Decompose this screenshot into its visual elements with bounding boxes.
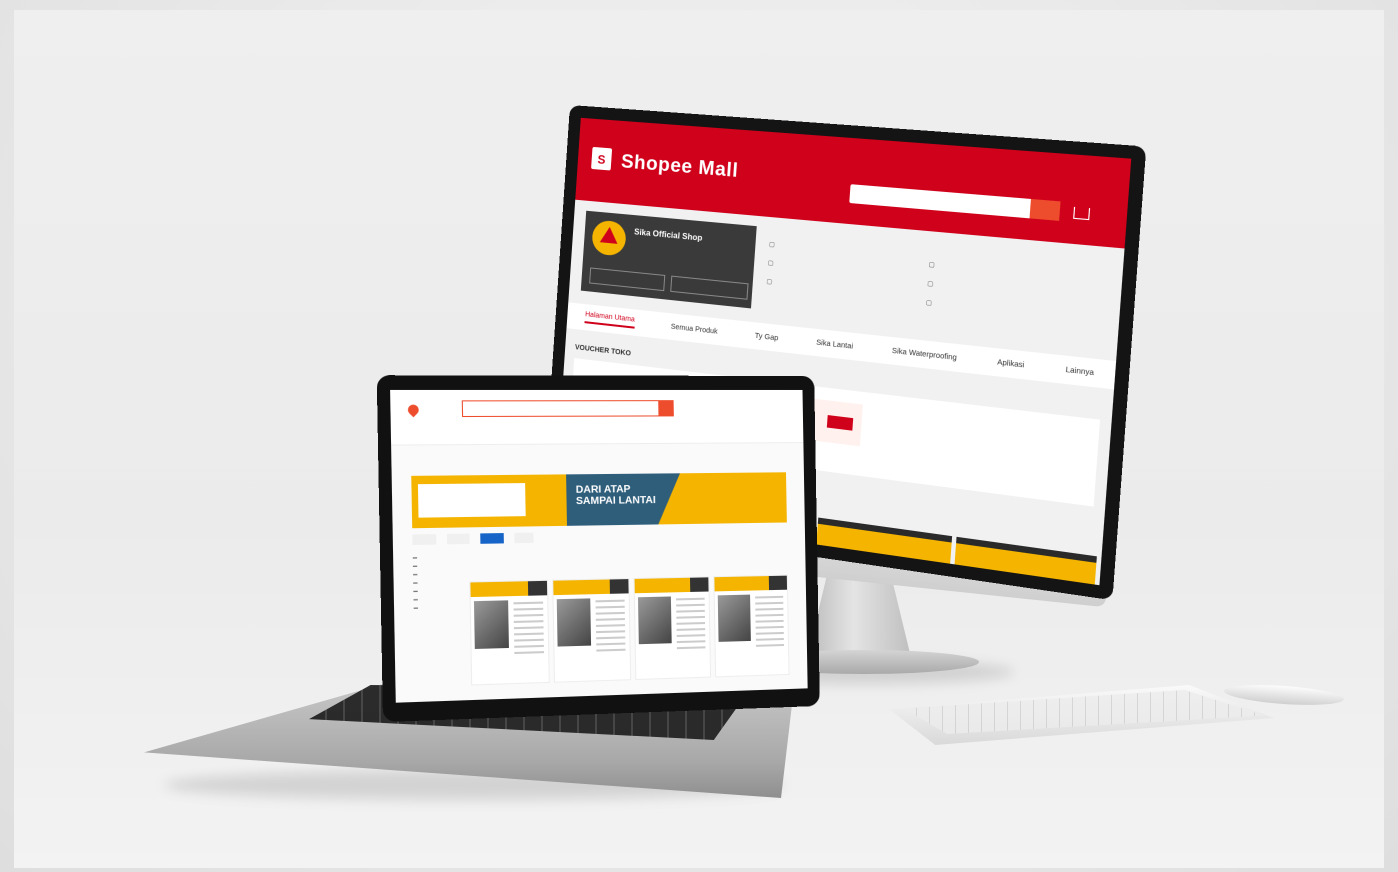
nav-item[interactable]: Semua Produk	[671, 323, 718, 335]
chat-button[interactable]	[670, 275, 749, 300]
claim-voucher-button[interactable]	[826, 415, 854, 431]
shop-buttons	[589, 267, 749, 300]
banner-line-2: SAMPAI LANTAI	[575, 494, 656, 508]
laptop-search-input[interactable]	[461, 400, 674, 418]
tab[interactable]	[446, 533, 470, 545]
product-tile[interactable]	[816, 517, 953, 564]
nav-item[interactable]: Aplikasi	[997, 359, 1025, 369]
search-icon[interactable]	[1029, 198, 1061, 221]
tab[interactable]	[513, 532, 535, 544]
desktop-search-input[interactable]	[849, 184, 1061, 221]
shopee-mall-logo: Shopee Mall	[620, 151, 739, 183]
laptop-tabs	[412, 532, 535, 545]
shop-info-box	[417, 483, 526, 518]
laptop: DARI ATAP SAMPAI LANTAI ▬ ▬ ▬ ▬ ▬ ▬ ▬	[376, 375, 820, 723]
shop-banner: DARI ATAP SAMPAI LANTAI	[411, 472, 787, 529]
category-sidebar: ▬ ▬ ▬ ▬ ▬ ▬ ▬	[412, 554, 419, 610]
follow-button[interactable]	[589, 267, 666, 292]
laptop-screen: DARI ATAP SAMPAI LANTAI ▬ ▬ ▬ ▬ ▬ ▬ ▬	[390, 389, 808, 703]
laptop-header	[390, 389, 804, 446]
cart-icon[interactable]	[1073, 206, 1091, 221]
photo-frame: Shopee Mall Sika Official Shop ▢▢▢ ▢▢▢ H…	[14, 10, 1384, 868]
tab-active[interactable]	[480, 533, 504, 544]
search-icon[interactable]	[658, 401, 673, 416]
shopee-logo-icon	[405, 402, 421, 418]
shop-name: Sika Official Shop	[633, 227, 703, 243]
nav-item[interactable]: Sika Waterproofing	[892, 347, 957, 362]
product-card[interactable]	[469, 579, 550, 686]
product-tile[interactable]	[954, 536, 1097, 585]
shop-stats-left: ▢ ▢ ▢	[766, 241, 776, 286]
mouse	[1223, 681, 1345, 709]
shop-card: Sika Official Shop	[580, 210, 757, 309]
shopee-bag-icon	[591, 146, 613, 171]
banner-text: DARI ATAP SAMPAI LANTAI	[576, 484, 656, 507]
nav-item[interactable]: Halaman Utama	[584, 311, 636, 329]
shop-stats-right: ▢ ▢ ▢	[925, 262, 935, 308]
product-card[interactable]	[552, 578, 632, 683]
tab[interactable]	[412, 534, 436, 545]
nav-item[interactable]: Lainnya	[1065, 366, 1094, 377]
sika-logo-icon	[591, 219, 627, 257]
product-card[interactable]	[713, 574, 790, 678]
nav-item[interactable]: Ty Gap	[755, 332, 779, 342]
product-grid	[469, 574, 790, 686]
product-card[interactable]	[633, 576, 712, 681]
banner-line-1: DARI ATAP	[575, 483, 631, 496]
nav-item[interactable]: Sika Lantai	[816, 339, 853, 350]
voucher-heading: VOUCHER TOKO	[574, 344, 632, 358]
